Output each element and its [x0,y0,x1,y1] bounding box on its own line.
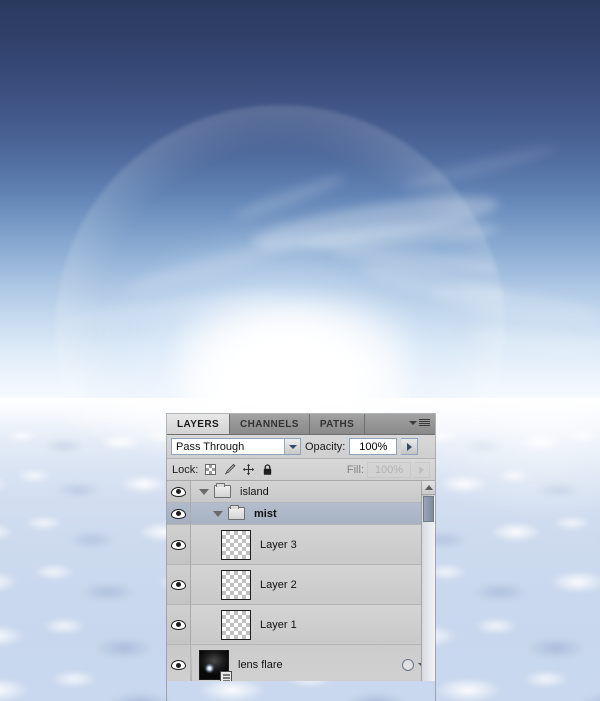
blend-mode-value: Pass Through [176,440,245,453]
menu-lines-icon [419,419,430,426]
blend-mode-select[interactable]: Pass Through [171,438,301,455]
layer-row-island[interactable]: island [167,481,435,503]
layer-name-lens-flare: lens flare [238,659,283,671]
layer-row-mist[interactable]: mist [167,503,435,525]
layer-row-layer-3[interactable]: Layer 3 [167,525,435,565]
lock-position-icon[interactable] [242,463,255,476]
group-disclosure-island[interactable] [199,488,209,495]
layer-name-layer-3: Layer 3 [260,538,297,551]
visibility-toggle-lens-flare[interactable] [167,645,191,681]
visibility-toggle-mist[interactable] [167,503,191,524]
fill-input: 100% [367,461,411,478]
layer-list-scrollbar[interactable] [421,481,435,681]
brush-icon [225,463,236,475]
layer-thumbnail-layer-1[interactable] [221,609,251,640]
smart-object-badge-icon [220,671,232,681]
tab-channels[interactable]: CHANNELS [230,414,310,434]
tab-layers[interactable]: LAYERS [167,414,231,434]
layer-row-layer-1[interactable]: Layer 1 [167,605,435,645]
layer-list[interactable]: island mist Layer 3 Layer 2 Layer 1 lens… [167,481,435,681]
tab-channels-label: CHANNELS [240,418,299,430]
layer-name-mist: mist [254,507,277,520]
visibility-toggle-island[interactable] [167,481,191,502]
fill-stepper [414,461,430,478]
tab-layers-label: LAYERS [177,418,220,430]
opacity-stepper[interactable] [401,438,419,455]
checkerboard-icon [205,464,217,475]
layer-row-lens-flare[interactable]: lens flare [167,645,435,681]
scrollbar-track[interactable] [422,496,435,681]
lock-icon [264,464,272,475]
fill-label: Fill: [346,463,364,476]
layer-name-layer-1: Layer 1 [260,618,297,631]
opacity-input[interactable]: 100% [349,438,398,455]
layer-thumbnail-layer-3[interactable] [221,529,251,560]
layer-name-layer-2: Layer 2 [260,578,297,591]
layer-effects-icon[interactable] [402,659,414,671]
lock-label: Lock: [172,463,199,476]
eye-icon [171,619,186,630]
visibility-toggle-layer-1[interactable] [167,605,191,644]
layers-panel: LAYERS CHANNELS PATHS Pass Through Opaci… [167,414,435,701]
scroll-up-arrow-icon[interactable] [422,481,435,495]
eye-icon [171,486,186,497]
opacity-value: 100% [359,440,388,453]
layer-options-row: Pass Through Opacity: 100% [167,435,435,459]
panel-tab-bar: LAYERS CHANNELS PATHS [167,414,435,435]
tab-paths-label: PATHS [319,418,355,430]
eye-icon [171,508,186,519]
folder-icon [228,505,245,520]
lock-transparent-pixels-icon[interactable] [204,463,217,476]
layer-name-island: island [240,485,269,498]
visibility-toggle-layer-3[interactable] [167,525,191,564]
folder-icon [214,483,231,498]
eye-icon [171,579,186,590]
scrollbar-thumb[interactable] [423,496,434,522]
opacity-label: Opacity: [305,440,346,453]
panel-menu-icon[interactable] [409,419,430,426]
fill-value: 100% [374,463,404,476]
group-disclosure-mist[interactable] [213,510,223,517]
layer-thumbnail-layer-2[interactable] [221,569,251,600]
lock-image-pixels-icon[interactable] [223,463,236,476]
layer-thumbnail-lens-flare[interactable] [199,650,232,681]
layer-row-layer-2[interactable]: Layer 2 [167,565,435,605]
lock-all-icon[interactable] [261,463,274,476]
triangle-down-icon [409,420,417,425]
eye-icon [171,539,186,550]
chevron-down-icon[interactable] [284,439,300,454]
visibility-toggle-layer-2[interactable] [167,565,191,604]
lock-row: Lock: Fill: 100% [167,459,435,481]
tab-paths[interactable]: PATHS [309,414,366,434]
fill-group: Fill: 100% [346,461,430,478]
move-arrows-icon [243,463,255,476]
eye-icon [171,660,186,670]
